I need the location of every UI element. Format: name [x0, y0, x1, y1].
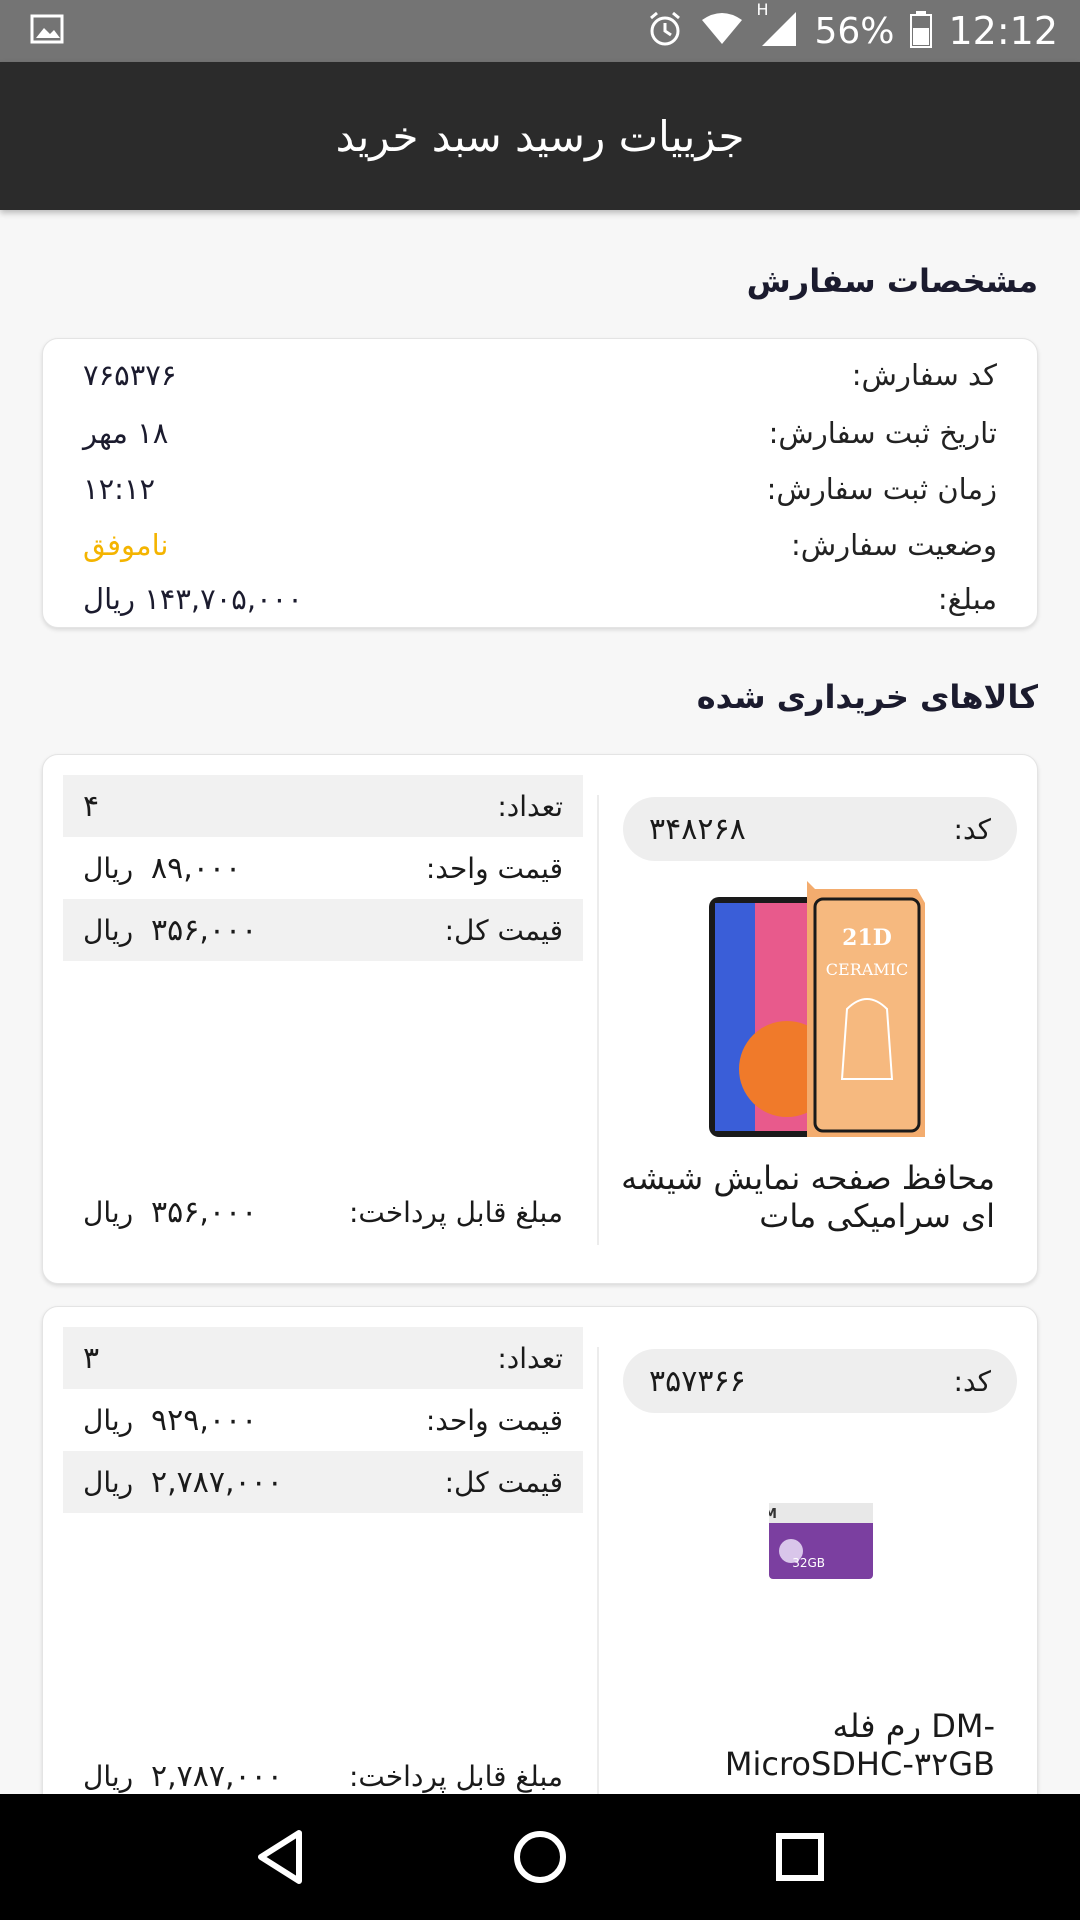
product-code-pill: کد: ۳۵۷۳۶۶ — [623, 1349, 1017, 1413]
quantity-value: ۴ — [83, 788, 100, 824]
product-code-value: ۳۴۸۲۶۸ — [649, 811, 746, 847]
unit-price-value: ۸۹,۰۰۰ — [151, 850, 242, 886]
quantity-row: تعداد: ۴ — [63, 775, 583, 837]
recents-icon[interactable] — [760, 1817, 840, 1897]
total-price-row: قیمت کل: ۲,۷۸۷,۰۰۰ ریال — [63, 1451, 583, 1513]
currency-label: ریال — [83, 1403, 134, 1437]
order-amount-row: مبلغ: ۱۴۳,۷۰۵,۰۰۰ ریال — [83, 577, 997, 621]
receipt-content[interactable]: مشخصات سفارش کد سفارش: ۷۶۵۳۷۶ تاریخ ثبت … — [0, 210, 1080, 1794]
order-code-row: کد سفارش: ۷۶۵۳۷۶ — [83, 353, 997, 397]
order-status-label: وضعیت سفارش: — [790, 528, 997, 562]
total-price-label: قیمت کل: — [444, 1465, 563, 1499]
order-section-title: مشخصات سفارش — [746, 262, 1038, 300]
payable-row: مبلغ قابل پرداخت: ۳۵۶,۰۰۰ ریال — [83, 1195, 563, 1230]
currency-label: ریال — [83, 1196, 134, 1229]
currency-label: ریال — [83, 1465, 134, 1499]
currency-label: ریال — [83, 851, 134, 885]
back-icon[interactable] — [240, 1817, 320, 1897]
sd-brand-text: DM — [769, 1507, 777, 1522]
wifi-icon — [700, 12, 744, 50]
quantity-value: ۳ — [83, 1340, 100, 1376]
unit-price-value: ۹۲۹,۰۰۰ — [151, 1402, 258, 1438]
order-time-row: زمان ثبت سفارش: ۱۲:۱۲ — [83, 467, 997, 511]
payable-label: مبلغ قابل پرداخت: — [348, 1196, 563, 1229]
quantity-label: تعداد: — [497, 789, 563, 823]
product-code-label: کد: — [953, 1364, 991, 1398]
order-status-row: وضعیت سفارش: ناموفق — [83, 523, 997, 567]
product-name: محافظ صفحه نمایش شیشه ای سرامیکی مات — [621, 1159, 995, 1235]
order-amount-value: ۱۴۳,۷۰۵,۰۰۰ ریال — [83, 582, 303, 616]
quantity-row: تعداد: ۳ — [63, 1327, 583, 1389]
quantity-label: تعداد: — [497, 1341, 563, 1375]
page-title: جزییات رسید سبد خرید — [335, 111, 745, 161]
currency-label: ریال — [83, 913, 134, 947]
unit-price-row: قیمت واحد: ۹۲۹,۰۰۰ ریال — [63, 1389, 583, 1451]
payable-label: مبلغ قابل پرداخت: — [348, 1760, 563, 1793]
protector-sub-text: CERAMIC — [826, 960, 908, 979]
order-date-label: تاریخ ثبت سفارش: — [768, 416, 997, 450]
status-bar: H 56% 12:12 — [0, 0, 1080, 62]
order-status-value: ناموفق — [83, 528, 169, 562]
clock: 12:12 — [948, 9, 1058, 53]
total-price-value: ۳۵۶,۰۰۰ — [151, 912, 258, 948]
total-price-label: قیمت کل: — [444, 913, 563, 947]
product-code-value: ۳۵۷۳۶۶ — [649, 1363, 746, 1399]
alarm-icon — [646, 10, 684, 52]
signal-icon: H — [756, 0, 798, 52]
product-code-pill: کد: ۳۴۸۲۶۸ — [623, 797, 1017, 861]
products-section-title: کالاهای خریداری شده — [696, 678, 1038, 716]
order-info-card: کد سفارش: ۷۶۵۳۷۶ تاریخ ثبت سفارش: ۱۸ مهر… — [42, 338, 1038, 628]
product-name: رم فله DM- MicroSDHC-۳۲GB — [724, 1707, 995, 1783]
gallery-notification-icon — [30, 14, 64, 48]
payable-value: ۲,۷۸۷,۰۰۰ — [151, 1759, 283, 1794]
app-bar: جزییات رسید سبد خرید — [0, 62, 1080, 210]
payable-row: مبلغ قابل پرداخت: ۲,۷۸۷,۰۰۰ ریال — [83, 1759, 563, 1794]
battery-percent: 56% — [814, 10, 895, 52]
product-code-label: کد: — [953, 812, 991, 846]
navigation-bar — [0, 1794, 1080, 1920]
order-code-value: ۷۶۵۳۷۶ — [83, 358, 177, 392]
unit-price-label: قیمت واحد: — [425, 1403, 563, 1437]
total-price-row: قیمت کل: ۳۵۶,۰۰۰ ریال — [63, 899, 583, 961]
product-divider — [597, 795, 599, 1245]
order-amount-label: مبلغ: — [937, 582, 997, 616]
product-divider — [597, 1347, 599, 1794]
currency-label: ریال — [83, 1760, 134, 1793]
order-time-label: زمان ثبت سفارش: — [766, 472, 997, 506]
order-date-row: تاریخ ثبت سفارش: ۱۸ مهر — [83, 411, 997, 455]
sd-capacity-text: 32GB — [792, 1556, 825, 1570]
order-code-label: کد سفارش: — [851, 358, 997, 392]
product-image[interactable]: 21D CERAMIC — [707, 879, 927, 1141]
product-card: تعداد: ۴ قیمت واحد: ۸۹,۰۰۰ ریال قیمت کل:… — [42, 754, 1038, 1284]
order-date-value: ۱۸ مهر — [83, 416, 169, 450]
battery-icon — [910, 10, 933, 52]
product-image[interactable]: DM 32GB — [753, 1503, 873, 1579]
unit-price-label: قیمت واحد: — [425, 851, 563, 885]
payable-value: ۳۵۶,۰۰۰ — [151, 1195, 258, 1230]
product-card: تعداد: ۳ قیمت واحد: ۹۲۹,۰۰۰ ریال قیمت کل… — [42, 1306, 1038, 1794]
protector-brand-text: 21D — [842, 925, 892, 951]
order-time-value: ۱۲:۱۲ — [83, 472, 156, 506]
unit-price-row: قیمت واحد: ۸۹,۰۰۰ ریال — [63, 837, 583, 899]
total-price-value: ۲,۷۸۷,۰۰۰ — [151, 1464, 283, 1500]
network-type-label: H — [756, 0, 769, 19]
home-icon[interactable] — [500, 1817, 580, 1897]
